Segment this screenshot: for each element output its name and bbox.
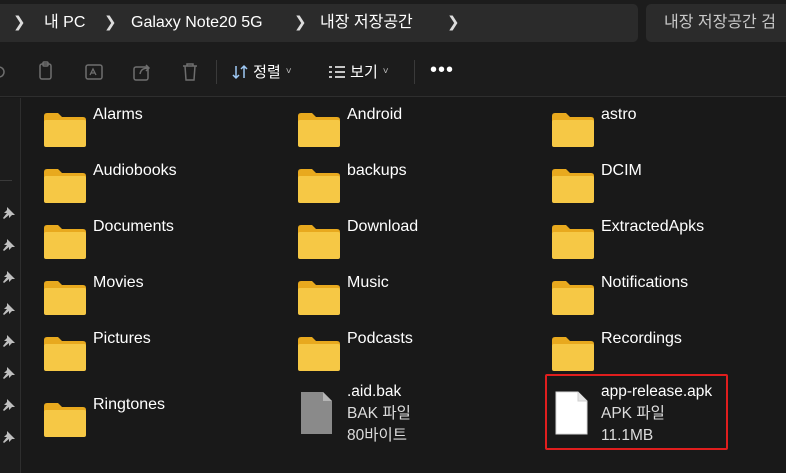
pin-icon[interactable] xyxy=(2,366,16,380)
folder-name: Audiobooks xyxy=(93,162,177,179)
folder-item[interactable]: Ringtones xyxy=(43,396,273,444)
rename-icon[interactable] xyxy=(83,61,105,83)
folder-name: Pictures xyxy=(93,330,151,347)
folder-icon xyxy=(298,337,340,371)
breadcrumb-device[interactable]: Galaxy Note20 5G xyxy=(131,4,263,42)
folder-icon xyxy=(552,169,594,203)
address-bar[interactable]: ❯ 내 PC ❯ Galaxy Note20 5G ❯ 내장 저장공간 ❯ xyxy=(0,4,638,42)
cut-icon[interactable] xyxy=(0,61,10,83)
navigation-pane xyxy=(0,98,21,473)
folder-name: Recordings xyxy=(601,330,682,347)
folder-icon xyxy=(44,169,86,203)
nav-divider xyxy=(0,180,12,181)
pin-icon[interactable] xyxy=(2,238,16,252)
folder-item[interactable]: Documents xyxy=(43,218,273,266)
toolbar-divider xyxy=(414,60,415,84)
search-input[interactable]: 내장 저장공간 검 xyxy=(646,4,786,42)
view-label: 보기 xyxy=(350,64,378,81)
selection-highlight xyxy=(545,374,728,450)
generic-file-icon xyxy=(301,392,332,434)
delete-icon[interactable] xyxy=(179,61,201,83)
folder-icon xyxy=(552,337,594,371)
folder-item[interactable]: Pictures xyxy=(43,330,273,378)
copy-icon[interactable] xyxy=(35,61,57,83)
address-row: ❯ 내 PC ❯ Galaxy Note20 5G ❯ 내장 저장공간 ❯ 내장… xyxy=(0,0,786,47)
chevron-right-icon[interactable]: ❯ xyxy=(294,4,307,42)
more-options-button[interactable]: ••• xyxy=(430,57,454,83)
folder-name: Documents xyxy=(93,218,174,235)
pin-icon[interactable] xyxy=(2,430,16,444)
folder-name: astro xyxy=(601,106,637,123)
toolbar-divider xyxy=(216,60,217,84)
folder-item[interactable]: Music xyxy=(297,274,527,322)
folder-icon xyxy=(44,225,86,259)
sort-button[interactable]: 정렬 ˅ xyxy=(232,59,292,85)
folder-name: Podcasts xyxy=(347,330,413,347)
pin-icon[interactable] xyxy=(2,334,16,348)
file-type: BAK 파일 xyxy=(347,405,411,422)
pin-icon[interactable] xyxy=(2,398,16,412)
folder-name: backups xyxy=(347,162,407,179)
share-icon[interactable] xyxy=(131,61,153,83)
folder-icon xyxy=(44,337,86,371)
folder-item[interactable]: astro xyxy=(551,106,781,154)
file-name: .aid.bak xyxy=(347,383,402,400)
chevron-right-icon[interactable]: ❯ xyxy=(104,4,117,42)
folder-icon xyxy=(552,113,594,147)
file-size: 80바이트 xyxy=(347,427,408,444)
folder-item[interactable]: Podcasts xyxy=(297,330,527,378)
pin-icon[interactable] xyxy=(2,206,16,220)
folder-icon xyxy=(44,113,86,147)
folder-item[interactable]: Notifications xyxy=(551,274,781,322)
sort-icon xyxy=(232,64,248,80)
folder-name: Movies xyxy=(93,274,144,291)
chevron-down-icon: ˅ xyxy=(285,66,292,77)
folder-item[interactable]: backups xyxy=(297,162,527,210)
command-bar: 정렬 ˅ 보기 ˅ ••• xyxy=(0,47,786,97)
breadcrumb-this-pc[interactable]: 내 PC xyxy=(44,4,85,42)
folder-icon xyxy=(552,225,594,259)
folder-name: Android xyxy=(347,106,403,123)
folder-item[interactable]: ExtractedApks xyxy=(551,218,781,266)
folder-icon xyxy=(298,169,340,203)
sort-label: 정렬 xyxy=(253,64,281,81)
folder-icon xyxy=(298,113,340,147)
folder-icon xyxy=(298,225,340,259)
folder-item[interactable]: Audiobooks xyxy=(43,162,273,210)
folder-item[interactable]: Android xyxy=(297,106,527,154)
folder-name: Alarms xyxy=(93,106,143,123)
folder-icon xyxy=(298,281,340,315)
folder-item[interactable]: Download xyxy=(297,218,527,266)
folder-name: Ringtones xyxy=(93,396,166,413)
chevron-right-icon[interactable]: ❯ xyxy=(447,4,460,42)
folder-icon xyxy=(552,281,594,315)
view-icon xyxy=(329,66,345,78)
folder-icon xyxy=(44,403,86,437)
folder-item[interactable]: Movies xyxy=(43,274,273,322)
folder-name: Notifications xyxy=(601,274,689,291)
folder-name: Music xyxy=(347,274,389,291)
file-text: .aid.bak BAK 파일 80바이트 xyxy=(347,381,411,447)
chevron-right-icon[interactable]: ❯ xyxy=(13,4,26,42)
folder-name: DCIM xyxy=(601,162,642,179)
folder-name: ExtractedApks xyxy=(601,218,705,235)
breadcrumb-internal-storage[interactable]: 내장 저장공간 xyxy=(320,4,413,42)
folder-name: Download xyxy=(347,218,419,235)
folder-item[interactable]: DCIM xyxy=(551,162,781,210)
pin-icon[interactable] xyxy=(2,302,16,316)
folder-item[interactable]: Alarms xyxy=(43,106,273,154)
pin-icon[interactable] xyxy=(2,270,16,284)
view-button[interactable]: 보기 ˅ xyxy=(328,59,389,85)
chevron-down-icon: ˅ xyxy=(382,66,389,77)
folder-icon xyxy=(44,281,86,315)
folder-item[interactable]: Recordings xyxy=(551,330,781,378)
